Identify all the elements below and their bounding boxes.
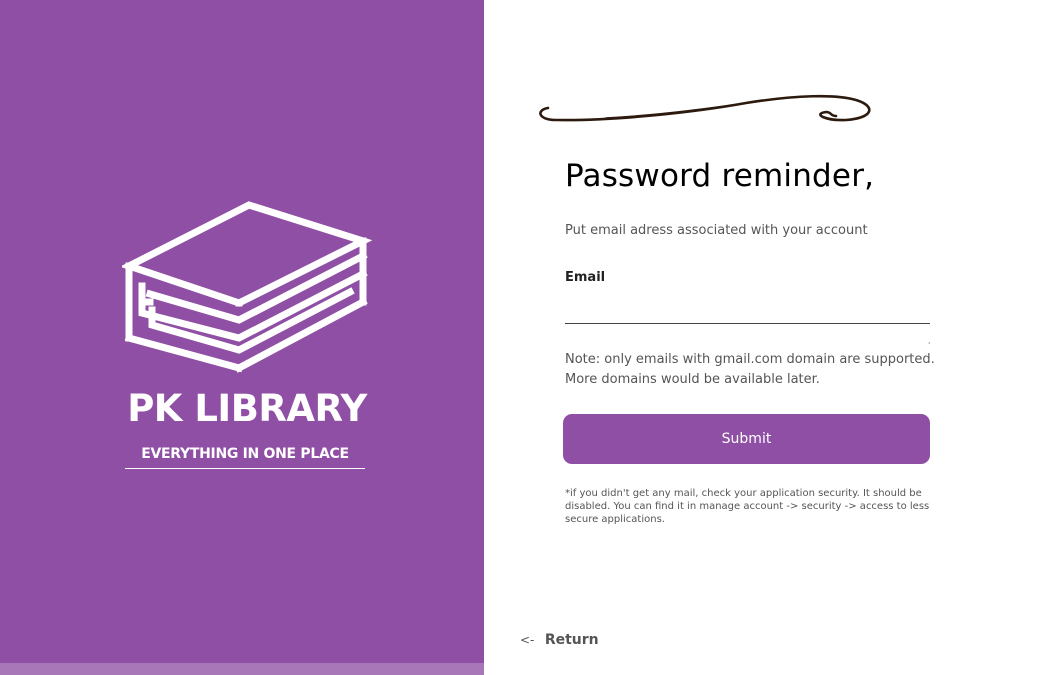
brand-tagline: EVERYTHING IN ONE PLACE <box>125 443 365 469</box>
back-arrow-icon: <- <box>520 633 535 647</box>
brand-panel: PK LIBRARY EVERYTHING IN ONE PLACE <box>0 0 484 675</box>
return-label: Return <box>544 632 599 648</box>
security-footnote: *if you didn't get any mail, check your … <box>565 487 933 526</box>
field-tick-mark: , <box>928 336 931 345</box>
page-title: Password reminder, <box>565 158 875 194</box>
footnote-line: secure applications. <box>565 514 665 525</box>
return-link[interactable]: <- Return <box>520 630 599 650</box>
brand-title: PK LIBRARY <box>127 387 367 430</box>
email-field[interactable] <box>565 296 930 324</box>
footnote-line: disabled. You can find it in manage acco… <box>565 501 930 512</box>
domain-note: Note: only emails with gmail.com domain … <box>565 350 940 390</box>
decorative-flourish <box>539 94 871 122</box>
app-window: PK LIBRARY EVERYTHING IN ONE PLACE Passw… <box>0 0 1050 675</box>
form-subtitle: Put email adress associated with your ac… <box>565 223 868 238</box>
stacked-books-icon <box>122 201 372 373</box>
note-line: Note: only emails with gmail.com domain … <box>565 352 935 367</box>
note-line: More domains would be available later. <box>565 372 820 387</box>
submit-button[interactable]: Submit <box>563 414 930 464</box>
footnote-line: *if you didn't get any mail, check your … <box>565 488 922 499</box>
email-label: Email <box>565 270 606 285</box>
panel-bottom-strip <box>0 663 484 675</box>
